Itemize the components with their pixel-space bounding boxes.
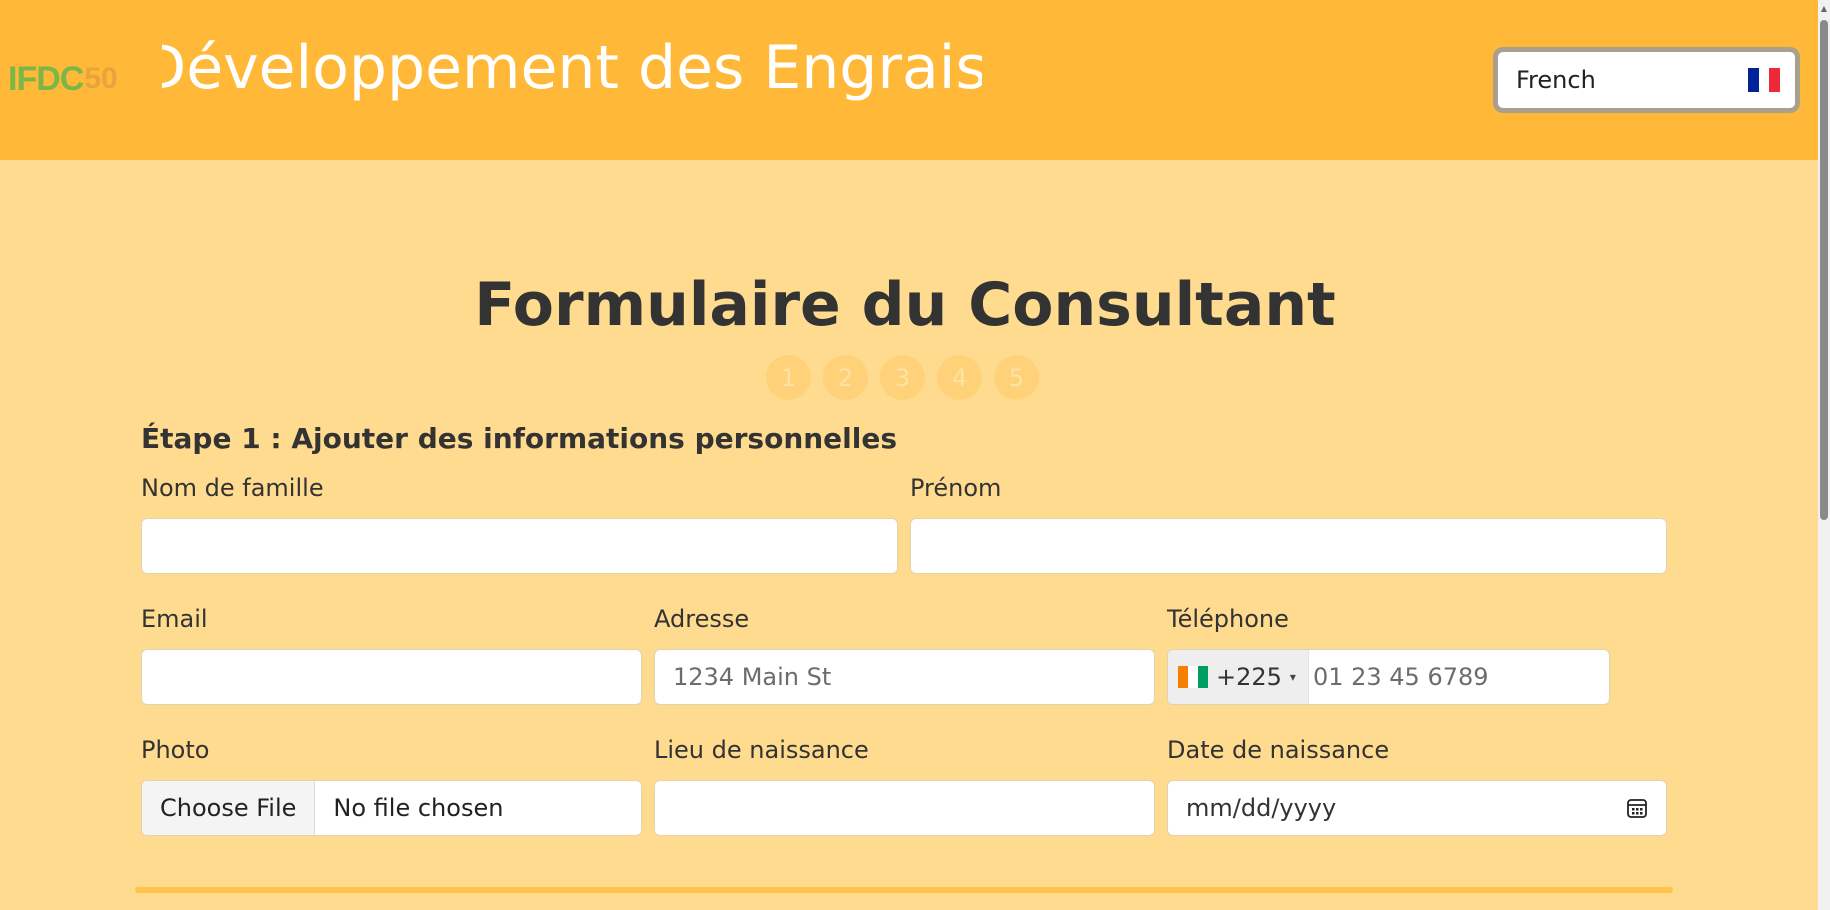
step-4[interactable]: 4 (937, 355, 982, 400)
country-code-select[interactable]: +225 ▾ (1168, 650, 1309, 704)
france-flag-icon (1748, 68, 1781, 92)
birthplace-field[interactable] (654, 780, 1155, 836)
page-scrollbar[interactable]: ▲ (1818, 0, 1830, 910)
birthdate-field[interactable]: mm/dd/yyyy (1167, 780, 1667, 836)
phone-field[interactable]: +225 ▾ 01 23 45 6789 (1167, 649, 1610, 705)
address-placeholder: 1234 Main St (673, 663, 832, 691)
step-1[interactable]: 1 (766, 355, 811, 400)
birthdate-label: Date de naissance (1167, 736, 1390, 764)
phone-label: Téléphone (1167, 605, 1289, 633)
last-name-label: Nom de famille (141, 474, 324, 502)
calendar-icon[interactable] (1626, 797, 1648, 819)
address-field[interactable]: 1234 Main St (654, 649, 1155, 705)
ifdc-logo[interactable]: IFDC 50 (8, 58, 160, 100)
choose-file-button[interactable]: Choose File (142, 781, 316, 835)
logo-text: IFDC (8, 59, 84, 98)
site-header: IFDC 50 Développement des Engrais French (0, 0, 1818, 160)
phone-placeholder: 01 23 45 6789 (1312, 663, 1489, 691)
step-indicator: 1 2 3 4 5 (766, 355, 1039, 400)
step-3[interactable]: 3 (880, 355, 925, 400)
birthdate-placeholder: mm/dd/yyyy (1186, 794, 1337, 822)
site-title: Développement des Engrais (162, 33, 982, 103)
language-select[interactable]: French (1493, 47, 1800, 113)
file-status: No file chosen (333, 794, 504, 822)
form-title: Formulaire du Consultant (474, 270, 1336, 340)
logo-number: 50 (84, 62, 118, 95)
last-name-field[interactable] (141, 518, 898, 574)
language-label: French (1516, 66, 1596, 94)
photo-file-input[interactable]: Choose File No file chosen (141, 780, 642, 836)
photo-label: Photo (141, 736, 210, 764)
email-field[interactable] (141, 649, 642, 705)
email-label: Email (141, 605, 208, 633)
dial-code: +225 (1216, 663, 1282, 691)
step-2[interactable]: 2 (823, 355, 868, 400)
first-name-label: Prénom (910, 474, 1002, 502)
ivory-coast-flag-icon (1178, 666, 1208, 688)
caret-down-icon: ▾ (1289, 670, 1296, 684)
scroll-thumb[interactable] (1820, 20, 1828, 520)
birthplace-label: Lieu de naissance (654, 736, 869, 764)
step-title: Étape 1 : Ajouter des informations perso… (141, 422, 898, 455)
section-divider (135, 887, 1673, 893)
address-label: Adresse (654, 605, 750, 633)
first-name-field[interactable] (910, 518, 1667, 574)
scroll-up-icon[interactable]: ▲ (1820, 4, 1828, 14)
step-5[interactable]: 5 (994, 355, 1039, 400)
